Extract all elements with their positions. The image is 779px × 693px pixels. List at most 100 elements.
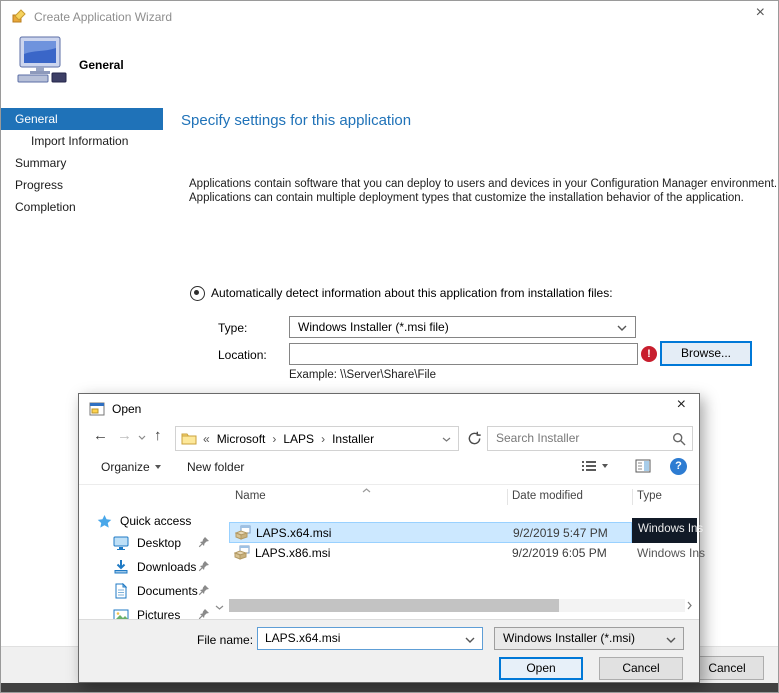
search-input[interactable] [496, 431, 664, 445]
dialog-cancel-button[interactable]: Cancel [599, 657, 683, 680]
msi-file-icon [235, 525, 251, 541]
sidebar-item-general[interactable]: General [1, 108, 163, 130]
sidebar-item-completion[interactable]: Completion [1, 196, 163, 218]
sort-ascending-icon [362, 488, 371, 493]
desktop-icon [113, 535, 129, 551]
new-folder-label: New folder [187, 460, 244, 474]
file-type-value: Windows Installer (*.msi) [503, 631, 635, 645]
wizard-cancel-button[interactable]: Cancel [690, 656, 764, 680]
location-label: Location: [218, 348, 267, 362]
type-label: Type: [218, 321, 247, 335]
location-example-text: Example: \\Server\Share\File [289, 369, 436, 381]
breadcrumb-separator: › [321, 432, 325, 446]
open-button[interactable]: Open [499, 657, 583, 680]
auto-detect-radio[interactable] [190, 286, 205, 301]
downloads-label: Downloads [137, 560, 196, 574]
file-date-modified: 9/2/2019 6:05 PM [512, 546, 607, 560]
open-dialog-close-icon[interactable]: × [677, 397, 686, 413]
column-separator[interactable] [632, 489, 633, 505]
address-bar[interactable]: « Microsoft › LAPS › Installer [175, 426, 459, 451]
sidebar-item-summary[interactable]: Summary [1, 152, 163, 174]
pin-icon[interactable] [198, 560, 210, 572]
organize-menu[interactable]: Organize [101, 460, 161, 474]
desktop-strip [1, 683, 779, 693]
chevron-down-icon [617, 325, 627, 331]
folder-icon [181, 432, 197, 445]
sidebar-item-desktop[interactable]: Desktop [113, 533, 181, 553]
file-date-modified: 9/2/2019 5:47 PM [513, 526, 608, 540]
column-separator[interactable] [507, 489, 508, 505]
documents-icon [113, 583, 129, 599]
screen: Create Application Wizard × General Gene… [0, 0, 779, 693]
up-icon[interactable]: ↑ [154, 427, 162, 444]
breadcrumb: « Microsoft › LAPS › Installer [203, 427, 374, 450]
column-header-date-modified[interactable]: Date modified [512, 490, 583, 502]
sidebar-item-downloads[interactable]: Downloads [113, 557, 196, 577]
file-row-laps-x64[interactable]: LAPS.x64.msi 9/2/2019 5:47 PM [229, 522, 632, 543]
pin-icon[interactable] [198, 584, 210, 596]
history-chevron-icon[interactable] [138, 435, 146, 440]
breadcrumb-separator: › [272, 432, 276, 446]
column-header-type[interactable]: Type [637, 490, 662, 502]
open-dialog-title: Open [112, 402, 141, 416]
browse-button[interactable]: Browse... [660, 341, 752, 366]
organize-label: Organize [101, 460, 150, 474]
column-header-name[interactable]: Name [235, 490, 266, 502]
sidebar-item-import-information[interactable]: Import Information [1, 130, 163, 152]
installer-type-value: Windows Installer (*.msi file) [298, 320, 449, 334]
file-type: Windows Ins [638, 523, 703, 535]
forward-icon: → [117, 427, 132, 444]
wizard-sidebar: General Import Information Summary Progr… [1, 108, 163, 218]
quick-access-star-icon [97, 514, 112, 529]
wizard-app-icon [11, 8, 27, 24]
chevron-down-icon[interactable] [465, 637, 475, 643]
msi-file-icon [234, 545, 250, 561]
computer-icon [15, 35, 69, 85]
list-view-icon [581, 459, 597, 473]
search-box[interactable] [487, 426, 693, 451]
chevron-down-icon [602, 464, 608, 468]
sidebar-item-documents[interactable]: Documents [113, 581, 198, 601]
breadcrumb-item-microsoft[interactable]: Microsoft [217, 432, 266, 446]
search-icon [672, 432, 686, 446]
scroll-right-icon[interactable] [687, 601, 692, 610]
file-type-dropdown[interactable]: Windows Installer (*.msi) [494, 627, 684, 650]
back-icon[interactable]: ← [93, 427, 108, 444]
file-type: Windows Ins [637, 546, 705, 560]
breadcrumb-item-laps[interactable]: LAPS [283, 432, 314, 446]
type-cell-dark-panel: Windows Ins [632, 518, 697, 543]
help-icon[interactable]: ? [670, 458, 687, 475]
file-name-input[interactable] [265, 631, 450, 645]
horizontal-scrollbar-thumb[interactable] [229, 599, 559, 612]
breadcrumb-item-installer[interactable]: Installer [332, 432, 374, 446]
installer-type-dropdown[interactable]: Windows Installer (*.msi file) [289, 316, 636, 338]
pin-icon[interactable] [198, 536, 210, 548]
description-line-2: Applications can contain multiple deploy… [189, 192, 744, 204]
open-dialog-window: Open × ← → ↑ « Microsoft › LAPS › Instal… [78, 393, 700, 683]
horizontal-scrollbar[interactable] [229, 599, 685, 612]
auto-detect-radio-label[interactable]: Automatically detect information about t… [211, 286, 613, 300]
file-row-laps-x86[interactable]: LAPS.x86.msi 9/2/2019 6:05 PM Windows In… [229, 543, 697, 564]
toolbar-separator [79, 484, 699, 485]
sidebar-item-progress[interactable]: Progress [1, 174, 163, 196]
chevron-down-icon [666, 637, 676, 643]
new-folder-button[interactable]: New folder [187, 460, 244, 474]
breadcrumb-overflow[interactable]: « [203, 432, 210, 446]
sidebar-item-quick-access[interactable]: Quick access [97, 511, 191, 531]
desktop-label: Desktop [137, 536, 181, 550]
wizard-close-icon[interactable]: × [756, 5, 765, 21]
address-chevron-icon[interactable] [442, 437, 451, 442]
change-view-button[interactable] [581, 459, 608, 473]
preview-pane-icon[interactable] [635, 459, 651, 473]
file-name-combobox[interactable] [257, 627, 483, 650]
location-input[interactable] [289, 343, 638, 365]
downloads-icon [113, 559, 129, 575]
column-headers: Name Date modified Type [229, 487, 697, 507]
open-dialog-footer: File name: Windows Installer (*.msi) Ope… [79, 619, 699, 682]
open-dialog-icon [89, 401, 105, 417]
file-name: LAPS.x86.msi [255, 546, 330, 560]
page-heading: Specify settings for this application [181, 112, 411, 129]
refresh-icon[interactable] [467, 431, 482, 446]
sidebar-scroll-down-icon[interactable] [215, 605, 224, 610]
wizard-window-title: Create Application Wizard [34, 10, 172, 24]
